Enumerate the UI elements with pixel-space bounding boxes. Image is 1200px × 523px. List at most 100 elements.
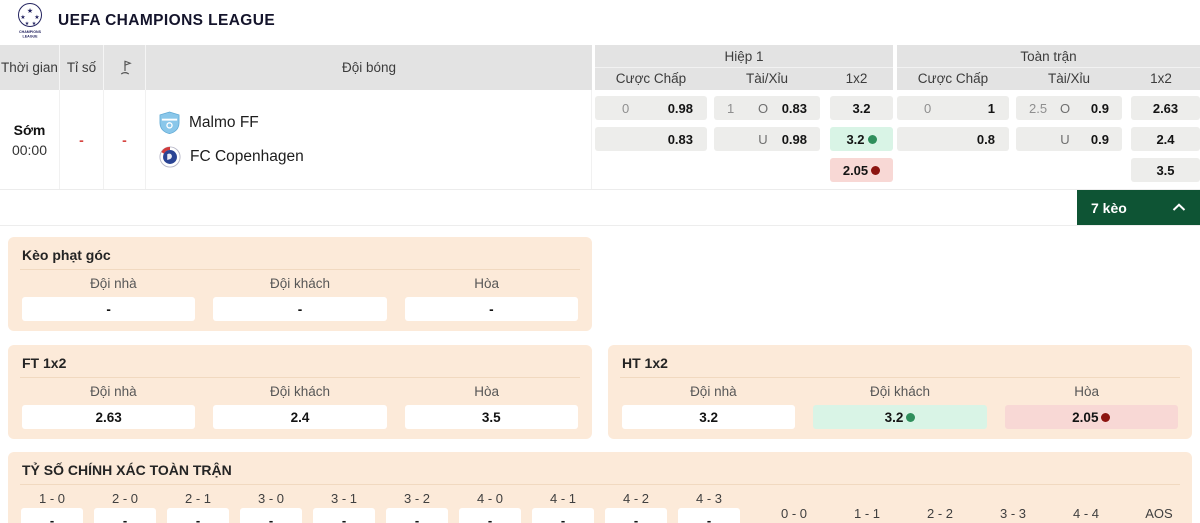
odds-value: 0.98 bbox=[781, 131, 807, 147]
score-odds-cell[interactable]: - bbox=[605, 508, 667, 523]
ht-1x2-panel: HT 1x2 Đội nhà Đội khách Hòa 3.2 3.2 2.0… bbox=[608, 345, 1192, 439]
score-label: 0 - 0 bbox=[780, 505, 807, 521]
handicap-line: 0 bbox=[622, 100, 630, 116]
odds-h1-handicap-away[interactable]: 0.83 bbox=[595, 127, 707, 151]
odds-value: 0.8 bbox=[976, 131, 995, 147]
score-column: AOS - bbox=[1128, 503, 1190, 523]
more-odds-expander-button[interactable]: 7 kèo bbox=[1077, 190, 1200, 225]
ou-line: 2.5 bbox=[1029, 100, 1048, 116]
corner-flag-icon bbox=[120, 59, 132, 74]
match-row: Sớm 00:00 - - Malmo FF FC Copenhagen 0 0… bbox=[0, 90, 1200, 190]
ft-home-odds[interactable]: 2.63 bbox=[22, 405, 196, 429]
match-score-value: - bbox=[79, 131, 84, 148]
corner-draw-odds[interactable]: - bbox=[404, 297, 578, 321]
odds-value: 0.83 bbox=[667, 131, 693, 147]
under-label: U bbox=[758, 131, 768, 147]
score-label: 4 - 3 bbox=[695, 490, 722, 506]
column-header-time: Thời gian bbox=[0, 45, 60, 90]
score-odds-cell[interactable]: - bbox=[532, 508, 594, 523]
score-column: 3 - 1 - bbox=[313, 488, 375, 523]
score-odds-cell[interactable]: - bbox=[313, 508, 375, 523]
correct-score-panel: TỶ SỐ CHÍNH XÁC TOÀN TRẬN 1 - 0 - 2 - 0 … bbox=[8, 452, 1192, 523]
odds-h1-2[interactable]: 2.05 bbox=[830, 158, 893, 182]
col-label-draw: Hòa bbox=[1074, 384, 1100, 399]
home-team-name: Malmo FF bbox=[189, 113, 259, 131]
away-team-row[interactable]: FC Copenhagen bbox=[146, 146, 591, 168]
section-divider bbox=[0, 225, 1200, 226]
score-column: 1 - 1 - bbox=[836, 503, 898, 523]
group-label-full-match: Toàn trận bbox=[897, 45, 1200, 68]
svg-text:LEAGUE: LEAGUE bbox=[23, 35, 39, 39]
score-column: 2 - 0 - bbox=[94, 488, 156, 523]
score-odds-cell[interactable]: - bbox=[386, 508, 448, 523]
ht-home-odds[interactable]: 3.2 bbox=[622, 405, 796, 429]
under-label: U bbox=[1060, 131, 1070, 147]
subheader-1x2-ft: 1x2 bbox=[1150, 71, 1172, 86]
league-header: ★ ★ ★ ★ ★ CHAMPIONS LEAGUE UEFA CHAMPION… bbox=[0, 0, 1200, 42]
match-score: - bbox=[60, 90, 104, 189]
score-odds-cell[interactable]: - bbox=[678, 508, 740, 523]
svg-text:★: ★ bbox=[34, 14, 39, 21]
odds-ft-handicap-home[interactable]: 0 1 bbox=[897, 96, 1009, 120]
panel-title: TỶ SỐ CHÍNH XÁC TOÀN TRẬN bbox=[20, 460, 1180, 485]
odds-value: 2.63 bbox=[1152, 100, 1179, 116]
odds-h1-handicap-home[interactable]: 0 0.98 bbox=[595, 96, 707, 120]
odds-h1-x[interactable]: 3.2 bbox=[830, 127, 893, 151]
match-teams[interactable]: Malmo FF FC Copenhagen bbox=[146, 90, 592, 189]
score-odds-cell[interactable]: - bbox=[94, 508, 156, 523]
odds-h1-1[interactable]: 3.2 bbox=[830, 96, 893, 120]
corner-odds-panel: Kèo phạt góc Đội nhà Đội khách Hòa - - - bbox=[8, 237, 592, 331]
header-group-full-match: Toàn trận Cược Chấp Tài/Xỉu 1x2 bbox=[897, 45, 1200, 90]
col-label-draw: Hòa bbox=[474, 384, 500, 399]
odds-value: 0.98 bbox=[667, 100, 693, 116]
score-odds-cell[interactable]: - bbox=[240, 508, 302, 523]
column-header-teams: Đội bóng bbox=[341, 60, 397, 75]
odds-ft-x[interactable]: 2.4 bbox=[1131, 127, 1200, 151]
odds-ft-1[interactable]: 2.63 bbox=[1131, 96, 1200, 120]
away-team-name: FC Copenhagen bbox=[190, 148, 304, 165]
corner-home-odds[interactable]: - bbox=[22, 297, 196, 321]
odds-ft-handicap-away[interactable]: 0.8 bbox=[897, 127, 1009, 151]
subheader-overunder-ft: Tài/Xỉu bbox=[1047, 71, 1091, 86]
home-team-row[interactable]: Malmo FF bbox=[146, 111, 591, 134]
ht-draw-odds[interactable]: 2.05 bbox=[1004, 405, 1178, 429]
fc-copenhagen-badge-icon bbox=[159, 146, 181, 168]
subheader-1x2-h1: 1x2 bbox=[845, 71, 868, 86]
col-label-home: Đội nhà bbox=[690, 384, 737, 399]
col-label-away: Đội khách bbox=[869, 384, 931, 399]
odds-value: 3.2 bbox=[846, 131, 865, 147]
score-label: 3 - 3 bbox=[999, 505, 1026, 521]
match-time: Sớm 00:00 bbox=[0, 90, 60, 189]
odds-value: 0.83 bbox=[781, 100, 807, 116]
handicap-line: 0 bbox=[924, 100, 932, 116]
score-label: 4 - 0 bbox=[476, 490, 503, 506]
odds-value: 2.05 bbox=[1072, 409, 1099, 425]
ht-away-odds[interactable]: 3.2 bbox=[813, 405, 987, 429]
score-column: 4 - 1 - bbox=[532, 488, 594, 523]
extra-odds-panels: Kèo phạt góc Đội nhà Đội khách Hòa - - -… bbox=[0, 226, 1200, 523]
odds-ft-under[interactable]: U 0.9 bbox=[1016, 127, 1122, 151]
odds-group-first-half: 0 0.98 0.83 1 O 0.83 U 0.98 3.2 3.2 2.05 bbox=[595, 90, 893, 182]
ft-away-odds[interactable]: 2.4 bbox=[213, 405, 387, 429]
match-corner-value: - bbox=[122, 131, 127, 148]
ft-draw-odds[interactable]: 3.5 bbox=[404, 405, 578, 429]
score-label: 4 - 1 bbox=[549, 490, 576, 506]
score-odds-cell[interactable]: - bbox=[167, 508, 229, 523]
subheader-overunder-h1: Tài/Xỉu bbox=[745, 71, 789, 86]
odds-ft-2[interactable]: 3.5 bbox=[1131, 158, 1200, 182]
odds-value: 2.4 bbox=[1156, 131, 1175, 147]
odds-ft-over[interactable]: 2.5 O 0.9 bbox=[1016, 96, 1122, 120]
ft-1x2-panel: FT 1x2 Đội nhà Đội khách Hòa 2.63 2.4 3.… bbox=[8, 345, 592, 439]
score-label: 2 - 0 bbox=[111, 490, 138, 506]
corner-away-odds[interactable]: - bbox=[213, 297, 387, 321]
over-label: O bbox=[757, 100, 769, 116]
odds-value: 0.9 bbox=[1090, 131, 1109, 147]
odds-value: 3.2 bbox=[852, 100, 871, 116]
svg-text:★: ★ bbox=[20, 14, 25, 21]
subheader-handicap-h1: Cược Chấp bbox=[615, 71, 687, 86]
trend-down-dot bbox=[1101, 412, 1111, 422]
odds-h1-over[interactable]: 1 O 0.83 bbox=[714, 96, 820, 120]
score-odds-cell[interactable]: - bbox=[459, 508, 521, 523]
odds-h1-under[interactable]: U 0.98 bbox=[714, 127, 820, 151]
score-odds-cell[interactable]: - bbox=[21, 508, 83, 523]
